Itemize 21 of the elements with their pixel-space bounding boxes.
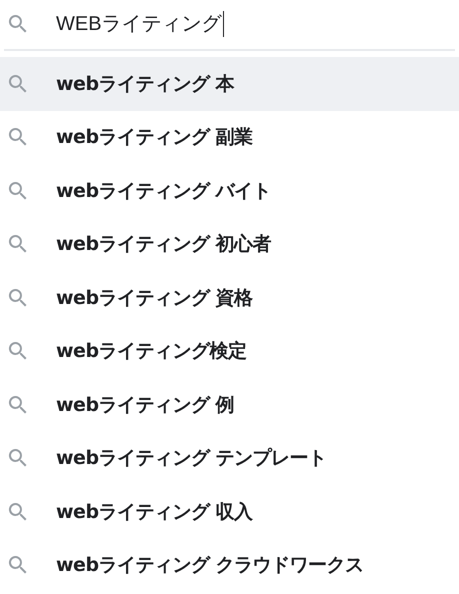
- suggestion-item[interactable]: webライティング 例: [0, 378, 459, 432]
- suggestion-item[interactable]: webライティング検定: [0, 324, 459, 378]
- suggestion-item[interactable]: webライティング 資格: [0, 271, 459, 324]
- suggestion-text: webライティング 資格: [56, 286, 253, 311]
- suggestion-item[interactable]: webライティング 本: [0, 57, 459, 110]
- suggestion-item[interactable]: webライティング 副業: [0, 110, 459, 164]
- suggestion-text: webライティング バイト: [56, 178, 272, 204]
- suggestion-text: webライティング 初心者: [56, 232, 272, 258]
- suggestion-text: webライティング 本: [56, 72, 234, 97]
- suggestion-item[interactable]: webライティング 初心者: [0, 218, 459, 271]
- suggestion-item[interactable]: webライティング バイト: [0, 164, 459, 218]
- search-field[interactable]: WEBライティング: [56, 11, 224, 37]
- suggestion-item[interactable]: webライティング 収入: [0, 485, 459, 538]
- suggestion-text: webライティング テンプレート: [56, 446, 327, 472]
- suggestion-text: webライティング 副業: [56, 125, 253, 150]
- suggestion-item[interactable]: webライティング クラウドワークス: [0, 538, 459, 592]
- suggestion-text: webライティング 収入: [56, 500, 253, 525]
- suggestion-item[interactable]: webライティング テンプレート: [0, 432, 459, 485]
- suggestion-text: webライティング 例: [56, 392, 234, 418]
- suggestion-text: webライティング検定: [56, 339, 247, 364]
- suggestion-text: webライティング クラウドワークス: [56, 553, 364, 578]
